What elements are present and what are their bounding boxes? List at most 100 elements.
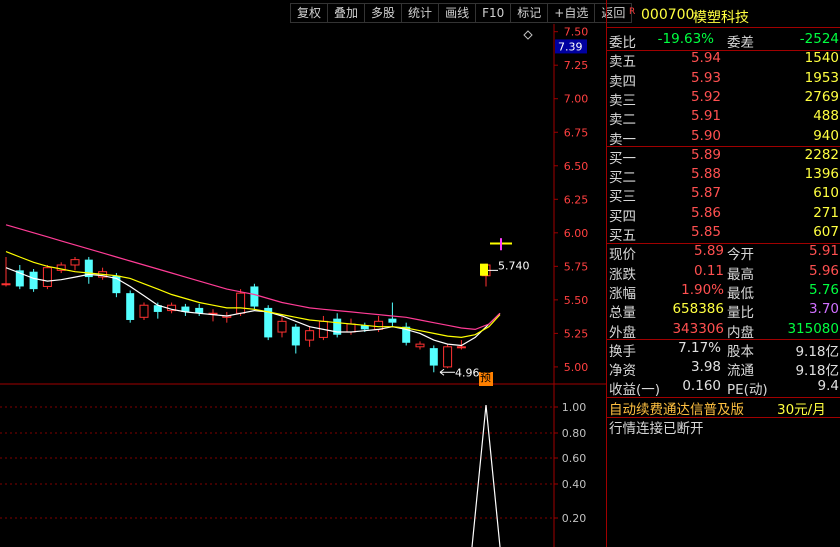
quote-value-2: 315080 — [787, 320, 839, 337]
quote-label-2: 最高 — [727, 266, 754, 283]
indicator-tick-label: 0.20 — [562, 512, 587, 525]
quote-label-2: 量比 — [727, 305, 754, 322]
quote-value: 0.11 — [693, 262, 724, 279]
candle-body — [277, 320, 287, 333]
fund-value: 3.98 — [690, 359, 721, 376]
bid-price: 5.88 — [690, 166, 721, 183]
toolbar-button-3[interactable]: 统计 — [401, 3, 439, 23]
candle-body — [374, 320, 384, 330]
bid-row: 买四 5.86 271 — [607, 204, 840, 225]
promo-row: 自动续费通达信普及版 30元/月 — [607, 397, 840, 418]
candle-body — [236, 292, 246, 314]
candle-body — [42, 267, 52, 287]
price-tick-label: 7.25 — [564, 59, 589, 72]
price-tick-label: 6.25 — [564, 193, 589, 206]
diff-label: 委差 — [727, 35, 754, 51]
toolbar-button-1[interactable]: 叠加 — [327, 3, 365, 23]
fund-value: 7.17% — [678, 339, 721, 356]
ask-row: 卖二 5.91 488 — [607, 107, 840, 129]
quote-label-2: 今开 — [727, 247, 754, 264]
quote-panel: R 000700 模塑科技 委比 -19.63% 委差 -2524 卖五 5.94 1540… — [606, 0, 840, 547]
bid-volume: 271 — [813, 204, 839, 221]
ask-price: 5.90 — [690, 127, 721, 144]
current-price-label: 7.39 — [558, 40, 583, 53]
toolbar-button-4[interactable]: 画线 — [438, 3, 476, 23]
candle-body — [29, 271, 38, 290]
bid-label: 买三 — [609, 189, 636, 206]
ask-label: 卖二 — [609, 112, 636, 129]
quote-label: 总量 — [609, 305, 636, 322]
candle-body — [139, 304, 149, 318]
candle-body — [305, 330, 315, 341]
connection-status: 行情连接已断开 — [609, 421, 704, 437]
fundamental-row: 净资 3.98 流通 9.18亿 — [607, 358, 840, 380]
fundamental-row: 收益(一) 0.160 PE(动) 9.4 — [607, 377, 840, 399]
live-candle-body — [480, 263, 488, 276]
ask-volume: 488 — [813, 108, 839, 125]
ask-price: 5.93 — [690, 69, 721, 86]
ask-row: 卖一 5.90 940 — [607, 127, 840, 148]
quote-row: 涨幅 1.90% 最低 5.76 — [607, 281, 840, 302]
fund-label-2: 流通 — [727, 363, 754, 380]
price-tick-label: 6.50 — [564, 160, 589, 173]
promo-text: 自动续费通达信普及版 — [609, 401, 744, 418]
bid-volume: 2282 — [804, 146, 839, 163]
indicator-tick-label: 1.00 — [562, 401, 587, 414]
indicator-spike — [471, 404, 501, 547]
panel-divider — [607, 27, 840, 28]
ask-volume: 1540 — [804, 50, 839, 67]
quote-label-2: 最低 — [727, 285, 754, 302]
quote-value: 5.89 — [693, 243, 724, 260]
bid-volume: 610 — [813, 185, 839, 202]
candle-body — [415, 343, 425, 348]
ask-label: 卖四 — [609, 73, 636, 90]
bid-row: 买五 5.85 607 — [607, 223, 840, 244]
r-badge: R — [629, 7, 636, 17]
bid-row: 买一 5.89 2282 — [607, 146, 840, 167]
price-tick-label: 6.00 — [564, 227, 589, 240]
fund-value: 0.160 — [682, 378, 721, 395]
bid-price: 5.85 — [690, 224, 721, 240]
kline-chart[interactable]: 7.50 7.25 7.00 6.75 6.50 6.25 6.00 5.75 5.50 5.25… — [0, 24, 606, 547]
bid-price: 5.86 — [690, 204, 721, 221]
quote-label-2: 内盘 — [727, 324, 754, 341]
candle-body — [1, 283, 11, 286]
toolbar-button-5[interactable]: F10 — [475, 3, 511, 23]
quote-value-2: 5.96 — [808, 262, 839, 279]
quote-label: 外盘 — [609, 324, 636, 341]
stock-header: R 000700 模塑科技 — [607, 4, 840, 28]
candle-body — [70, 259, 80, 266]
ma-line-ma5 — [5, 267, 501, 347]
ask-volume: 2769 — [804, 88, 839, 105]
fund-label: 净资 — [609, 363, 636, 380]
fund-label: 收益(一) — [609, 382, 661, 399]
price-tick-label: 7.00 — [564, 93, 589, 106]
quote-label: 涨幅 — [609, 285, 636, 302]
ask-label: 卖三 — [609, 92, 636, 109]
bid-label: 买二 — [609, 170, 636, 187]
pre-badge: 预 — [480, 371, 491, 384]
quote-row: 涨跌 0.11 最高 5.96 — [607, 262, 840, 283]
toolbar-button-2[interactable]: 多股 — [364, 3, 402, 23]
low-value-label: 4.96 — [455, 366, 480, 379]
candle-body — [388, 318, 397, 323]
bid-price: 5.87 — [690, 185, 721, 202]
toolbar-button-0[interactable]: 复权 — [290, 3, 328, 23]
bid-volume: 1396 — [804, 166, 839, 183]
candle-body — [456, 346, 466, 349]
ask-price: 5.92 — [690, 88, 721, 105]
ask-row: 卖三 5.92 2769 — [607, 88, 840, 109]
quote-value: 658386 — [672, 301, 724, 318]
toolbar-button-6[interactable]: 标记 — [510, 3, 548, 23]
indicator-tick-label: 0.40 — [562, 478, 587, 491]
quote-row: 外盘 343306 内盘 315080 — [607, 320, 840, 341]
price-tick-label: 5.75 — [564, 260, 589, 273]
candle-body — [443, 346, 453, 368]
bid-volume: 607 — [813, 224, 839, 240]
ratio-value: -19.63% — [657, 31, 714, 47]
quote-value: 343306 — [672, 320, 724, 337]
candle-body — [346, 323, 356, 333]
bid-label: 买四 — [609, 208, 636, 225]
toolbar-button-7[interactable]: +自选 — [547, 3, 595, 23]
fund-value-2: 9.18亿 — [795, 363, 839, 380]
